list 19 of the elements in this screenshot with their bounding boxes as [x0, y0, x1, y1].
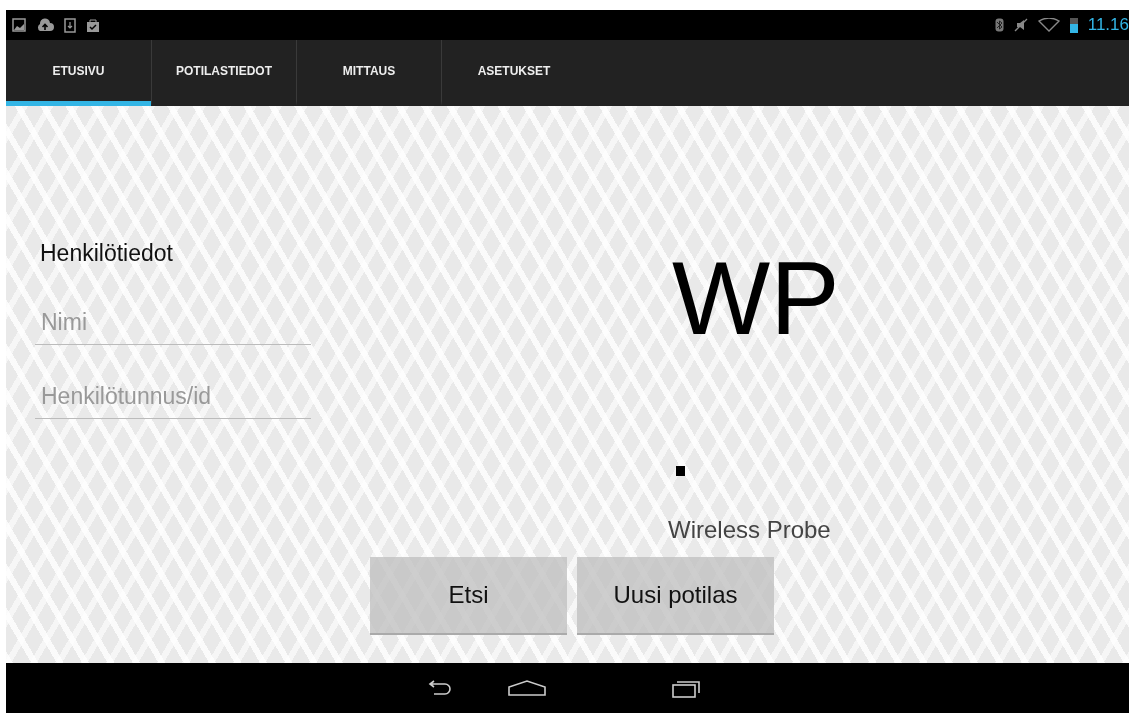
- bluetooth-icon: [994, 18, 1004, 32]
- cloud-upload-icon: [36, 18, 54, 32]
- download-icon: [64, 17, 76, 33]
- clock-time: 11.16: [1087, 15, 1129, 35]
- action-button[interactable]: Uusi potilas: [577, 557, 774, 635]
- logo-subtitle: Wireless Probe: [668, 516, 832, 544]
- square-mark: [676, 466, 685, 476]
- recent-apps-icon[interactable]: [671, 678, 700, 698]
- battery-icon: [1069, 17, 1078, 33]
- logo-title: WP: [672, 246, 840, 350]
- wifi-icon: [1037, 18, 1060, 32]
- image-icon: [12, 18, 26, 32]
- home-icon[interactable]: [506, 679, 547, 697]
- action-button[interactable]: Etsi: [370, 557, 567, 635]
- section-heading: Henkilötiedot: [40, 240, 174, 267]
- shopping-bag-icon: [86, 17, 100, 33]
- input-field[interactable]: Nimi: [35, 301, 311, 345]
- muted-speaker-icon: [1013, 18, 1028, 32]
- input-field[interactable]: Henkilötunnus/id: [35, 375, 311, 419]
